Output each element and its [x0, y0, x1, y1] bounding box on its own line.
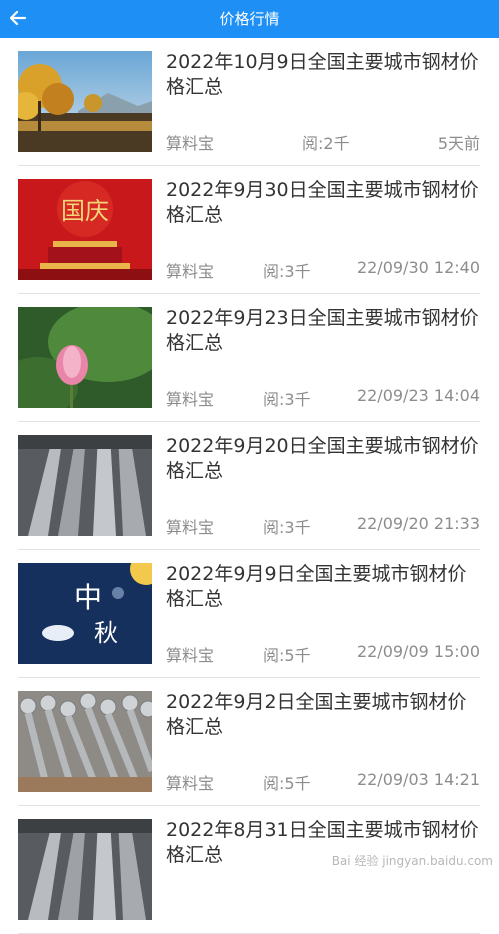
article-time: 22/09/03 14:21	[356, 770, 480, 789]
article-title: 2022年9月23日全国主要城市钢材价格汇总	[166, 307, 479, 354]
article-title: 2022年9月9日全国主要城市钢材价格汇总	[166, 563, 467, 610]
article-thumbnail	[18, 691, 152, 792]
article-read-count: 阅:3千	[263, 262, 311, 281]
article-meta: 算料宝 阅:3千 22/09/23 14:04	[166, 386, 480, 409]
article-item[interactable]: 2022年9月20日全国主要城市钢材价格汇总 算料宝 阅:3千 22/09/20…	[0, 422, 499, 550]
article-time: 22/09/23 14:04	[356, 386, 480, 405]
svg-text:国庆: 国庆	[61, 197, 109, 225]
article-title: 2022年9月20日全国主要城市钢材价格汇总	[166, 435, 479, 482]
article-time: 22/09/09 15:00	[356, 642, 480, 661]
article-thumbnail	[18, 51, 152, 152]
article-read-count: 阅:2千	[302, 134, 350, 153]
article-title: 2022年9月2日全国主要城市钢材价格汇总	[166, 691, 467, 738]
article-item[interactable]: 2022年10月9日全国主要城市钢材价格汇总 算料宝 阅:2千 5天前	[0, 38, 499, 166]
article-time: 22/09/30 12:40	[356, 258, 480, 277]
article-list: 2022年10月9日全国主要城市钢材价格汇总 算料宝 阅:2千 5天前 国庆 2…	[0, 38, 499, 934]
article-read-count: 阅:5千	[263, 646, 311, 665]
article-item[interactable]: 中 秋 2022年9月9日全国主要城市钢材价格汇总 算料宝 阅:5千 22/09…	[0, 550, 499, 678]
article-meta: 算料宝 阅:5千 22/09/03 14:21	[166, 770, 480, 793]
article-author: 算料宝	[166, 390, 215, 409]
article-item[interactable]: 2022年8月31日全国主要城市钢材价格汇总	[0, 806, 499, 934]
article-meta: 算料宝 阅:2千 5天前	[166, 130, 480, 153]
app-header: 价格行情	[0, 0, 499, 38]
article-meta: 算料宝 阅:3千 22/09/20 21:33	[166, 514, 480, 537]
article-item[interactable]: 国庆 2022年9月30日全国主要城市钢材价格汇总 算料宝 阅:3千 22/09…	[0, 166, 499, 294]
article-time: 22/09/20 21:33	[356, 514, 480, 533]
article-author: 算料宝	[166, 134, 215, 153]
svg-text:秋: 秋	[94, 619, 118, 647]
watermark: Bai 经验 jingyan.baidu.com	[331, 854, 493, 868]
article-read-count: 阅:3千	[263, 390, 311, 409]
article-author: 算料宝	[166, 518, 215, 537]
article-meta: 算料宝 阅:5千 22/09/09 15:00	[166, 642, 480, 665]
article-thumbnail: 国庆	[18, 179, 152, 280]
article-meta: 算料宝 阅:3千 22/09/30 12:40	[166, 258, 480, 281]
article-author: 算料宝	[166, 262, 215, 281]
article-item[interactable]: 2022年9月23日全国主要城市钢材价格汇总 算料宝 阅:3千 22/09/23…	[0, 294, 499, 422]
article-read-count: 阅:5千	[263, 774, 311, 793]
svg-text:中: 中	[74, 581, 102, 614]
article-title: 2022年9月30日全国主要城市钢材价格汇总	[166, 179, 479, 226]
article-read-count: 阅:3千	[263, 518, 311, 537]
article-item[interactable]: 2022年9月2日全国主要城市钢材价格汇总 算料宝 阅:5千 22/09/03 …	[0, 678, 499, 806]
article-author: 算料宝	[166, 646, 215, 665]
article-thumbnail	[18, 435, 152, 536]
page-title: 价格行情	[219, 10, 280, 28]
article-thumbnail: 中 秋	[18, 563, 152, 664]
article-title: 2022年10月9日全国主要城市钢材价格汇总	[166, 51, 479, 98]
article-author: 算料宝	[166, 774, 215, 793]
article-thumbnail	[18, 819, 152, 920]
article-meta	[166, 898, 480, 920]
article-time: 5天前	[437, 134, 480, 153]
article-thumbnail	[18, 307, 152, 408]
